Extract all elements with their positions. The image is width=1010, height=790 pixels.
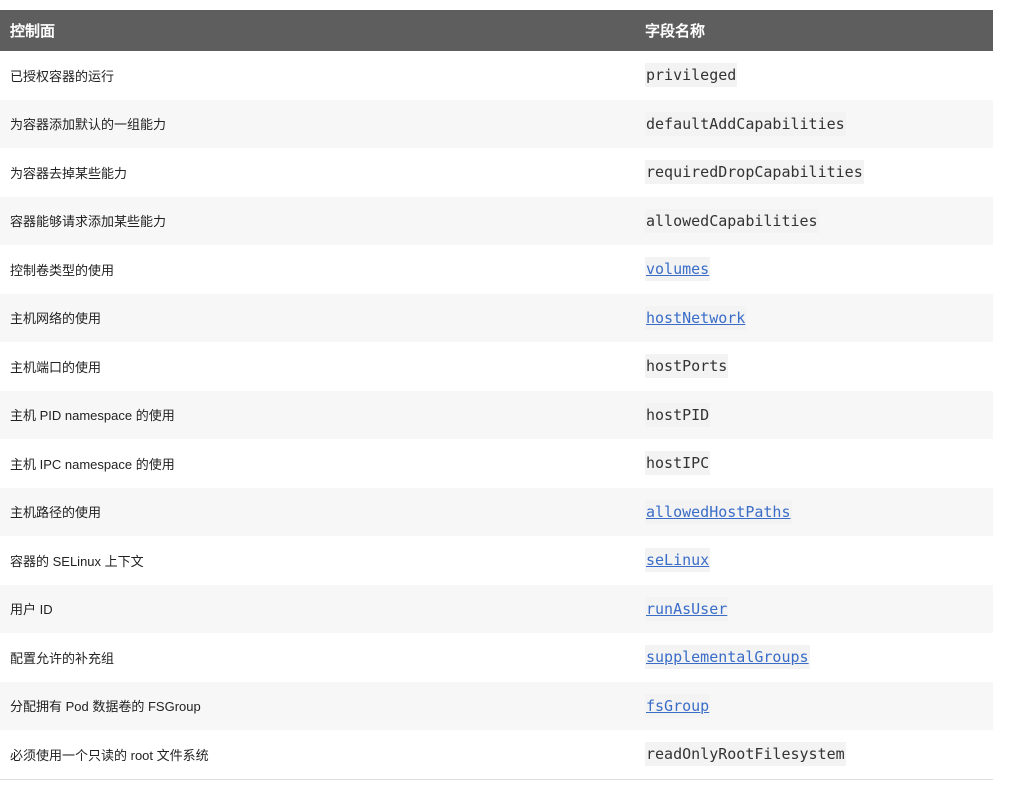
- field-name[interactable]: allowedHostPaths: [645, 499, 792, 524]
- control-cell: 配置允许的补充组: [10, 650, 115, 666]
- field-cell: allowedHostPaths: [645, 487, 993, 536]
- field-name[interactable]: hostNetwork: [645, 305, 747, 330]
- header-control: 控制面: [0, 10, 645, 51]
- field-cell: hostIPC: [645, 439, 993, 488]
- control-cell: 容器的 SELinux 上下文: [10, 553, 144, 569]
- field-name: requiredDropCapabilities: [645, 160, 864, 185]
- field-link[interactable]: supplementalGroups: [645, 645, 810, 670]
- field-name[interactable]: seLinux: [645, 548, 711, 573]
- table-header-row: 控制面 字段名称: [0, 10, 993, 51]
- control-cell: 已授权容器的运行: [10, 68, 115, 84]
- table-row: 用户 ID runAsUser: [0, 584, 993, 633]
- table-row: 主机网络的使用 hostNetwork: [0, 293, 993, 342]
- control-cell: 用户 ID: [0, 584, 645, 633]
- field-link[interactable]: seLinux: [645, 548, 711, 573]
- table-row: 已授权容器的运行 privileged: [0, 51, 993, 100]
- table-row: 主机路径的使用 allowedHostPaths: [0, 487, 993, 536]
- table-row: 主机端口的使用 hostPorts: [0, 342, 993, 391]
- field-name[interactable]: fsGroup: [645, 693, 711, 718]
- control-cell: 必须使用一个只读的 root 文件系统: [0, 730, 645, 780]
- control-cell: 主机网络的使用: [0, 293, 645, 342]
- field-link[interactable]: runAsUser: [645, 596, 729, 621]
- table-row: 配置允许的补充组 supplementalGroups: [0, 633, 993, 682]
- table-row: 必须使用一个只读的 root 文件系统 readOnlyRootFilesyste…: [0, 730, 993, 780]
- field-cell: hostNetwork: [645, 293, 993, 342]
- field-name: hostPID: [645, 402, 711, 427]
- field-cell: fsGroup: [645, 681, 993, 730]
- field-cell: hostPorts: [645, 342, 993, 391]
- field-cell: readOnlyRootFilesystem: [645, 730, 993, 780]
- table-row: 为容器添加默认的一组能力 defaultAddCapabilities: [0, 99, 993, 148]
- field-name[interactable]: runAsUser: [645, 596, 729, 621]
- psp-control-table: 控制面 字段名称 已授权容器的运行 privileged 为容器添加默认的一组能力 d…: [0, 10, 993, 780]
- field-cell: runAsUser: [645, 584, 993, 633]
- table-row: 分配拥有 Pod 数据卷的 FSGroup fsGroup: [0, 681, 993, 730]
- field-link[interactable]: volumes: [645, 257, 711, 282]
- control-cell: 分配拥有 Pod 数据卷的 FSGroup: [0, 681, 645, 730]
- field-link[interactable]: hostNetwork: [645, 305, 747, 330]
- control-cell: 为容器去掉某些能力: [10, 165, 128, 181]
- field-name: defaultAddCapabilities: [645, 111, 846, 136]
- field-cell: volumes: [645, 245, 993, 294]
- field-cell: allowedCapabilities: [645, 196, 993, 245]
- control-cell: 为容器添加默认的一组能力: [0, 99, 645, 148]
- table-row: 容器能够请求添加某些能力 allowedCapabilities: [0, 196, 993, 245]
- field-name: privileged: [645, 63, 738, 88]
- header-field-name: 字段名称: [645, 10, 993, 51]
- control-cell: 主机 PID namespace 的使用: [0, 390, 645, 439]
- field-cell: seLinux: [645, 536, 993, 585]
- control-cell: 容器能够请求添加某些能力: [0, 196, 645, 245]
- field-cell: privileged: [645, 51, 993, 100]
- field-name[interactable]: supplementalGroups: [645, 645, 810, 670]
- control-cell: 主机路径的使用: [0, 487, 645, 536]
- table-row: 主机 IPC namespace 的使用 hostIPC: [0, 439, 993, 488]
- field-link[interactable]: allowedHostPaths: [645, 499, 792, 524]
- field-name: readOnlyRootFilesystem: [645, 742, 846, 767]
- table-row: 控制卷类型的使用 volumes: [0, 245, 993, 294]
- field-name: hostPorts: [645, 354, 729, 379]
- table-row: 容器的 SELinux 上下文 seLinux: [0, 536, 993, 585]
- field-link[interactable]: fsGroup: [645, 693, 711, 718]
- field-cell: requiredDropCapabilities: [645, 148, 993, 197]
- field-cell: hostPID: [645, 390, 993, 439]
- field-cell: supplementalGroups: [645, 633, 993, 682]
- control-cell: 主机端口的使用: [10, 359, 102, 375]
- field-name: allowedCapabilities: [645, 208, 819, 233]
- table-row: 主机 PID namespace 的使用 hostPID: [0, 390, 993, 439]
- table-row: 为容器去掉某些能力 requiredDropCapabilities: [0, 148, 993, 197]
- field-cell: defaultAddCapabilities: [645, 99, 993, 148]
- control-cell: 控制卷类型的使用: [10, 262, 115, 278]
- field-name[interactable]: volumes: [645, 257, 711, 282]
- control-cell: 主机 IPC namespace 的使用: [10, 456, 175, 472]
- field-name: hostIPC: [645, 451, 711, 476]
